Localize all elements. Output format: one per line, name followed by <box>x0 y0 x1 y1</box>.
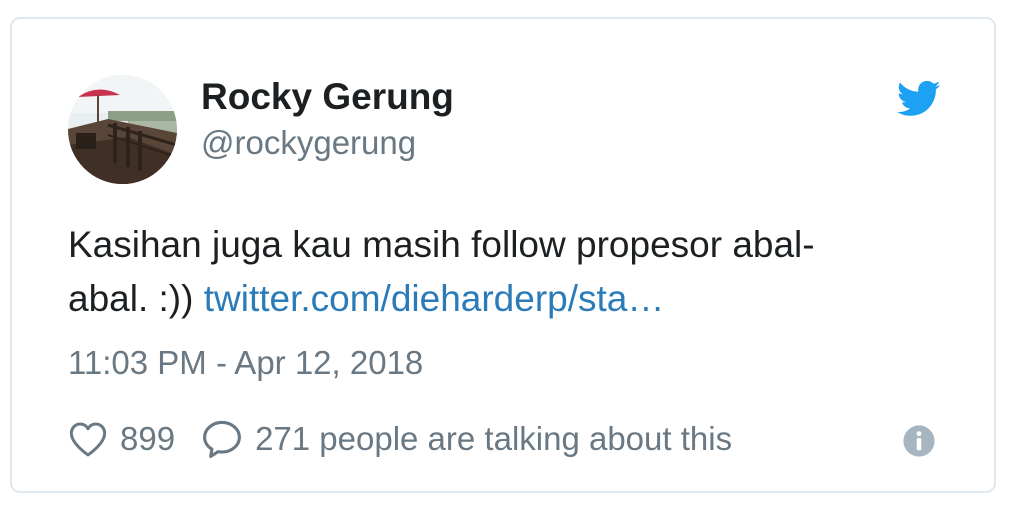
tweet-text: Kasihan juga kau masih follow propesor a… <box>68 218 938 326</box>
twitter-bird-icon[interactable] <box>894 76 944 120</box>
tweet-text-line-2-prefix: abal. :)) <box>68 278 194 319</box>
avatar[interactable] <box>68 75 177 184</box>
author-handle[interactable]: @rockygerung <box>201 123 416 163</box>
speech-bubble-icon <box>203 420 242 458</box>
tweet-card: Rocky Gerung @rockygerung Kasihan juga k… <box>10 17 996 493</box>
reply-text: 271 people are talking about this <box>255 420 733 457</box>
tweet-text-line-2: abal. :)) twitter.com/dieharderp/sta… <box>68 272 938 326</box>
like-button[interactable]: 899 <box>68 420 175 458</box>
tweet-timestamp[interactable]: 11:03 PM - Apr 12, 2018 <box>68 343 423 383</box>
heart-icon <box>69 422 107 457</box>
tweet-link[interactable]: twitter.com/dieharderp/sta… <box>204 278 665 319</box>
tweet-text-line-1: Kasihan juga kau masih follow propesor a… <box>68 224 815 265</box>
info-icon[interactable] <box>902 424 936 458</box>
avatar-photo <box>68 75 177 184</box>
author-name[interactable]: Rocky Gerung <box>201 75 454 119</box>
like-count: 899 <box>120 420 176 457</box>
reply-button[interactable]: 271 people are talking about this <box>201 419 732 459</box>
tweet-actions: 899 271 people are talking about this <box>68 417 732 461</box>
